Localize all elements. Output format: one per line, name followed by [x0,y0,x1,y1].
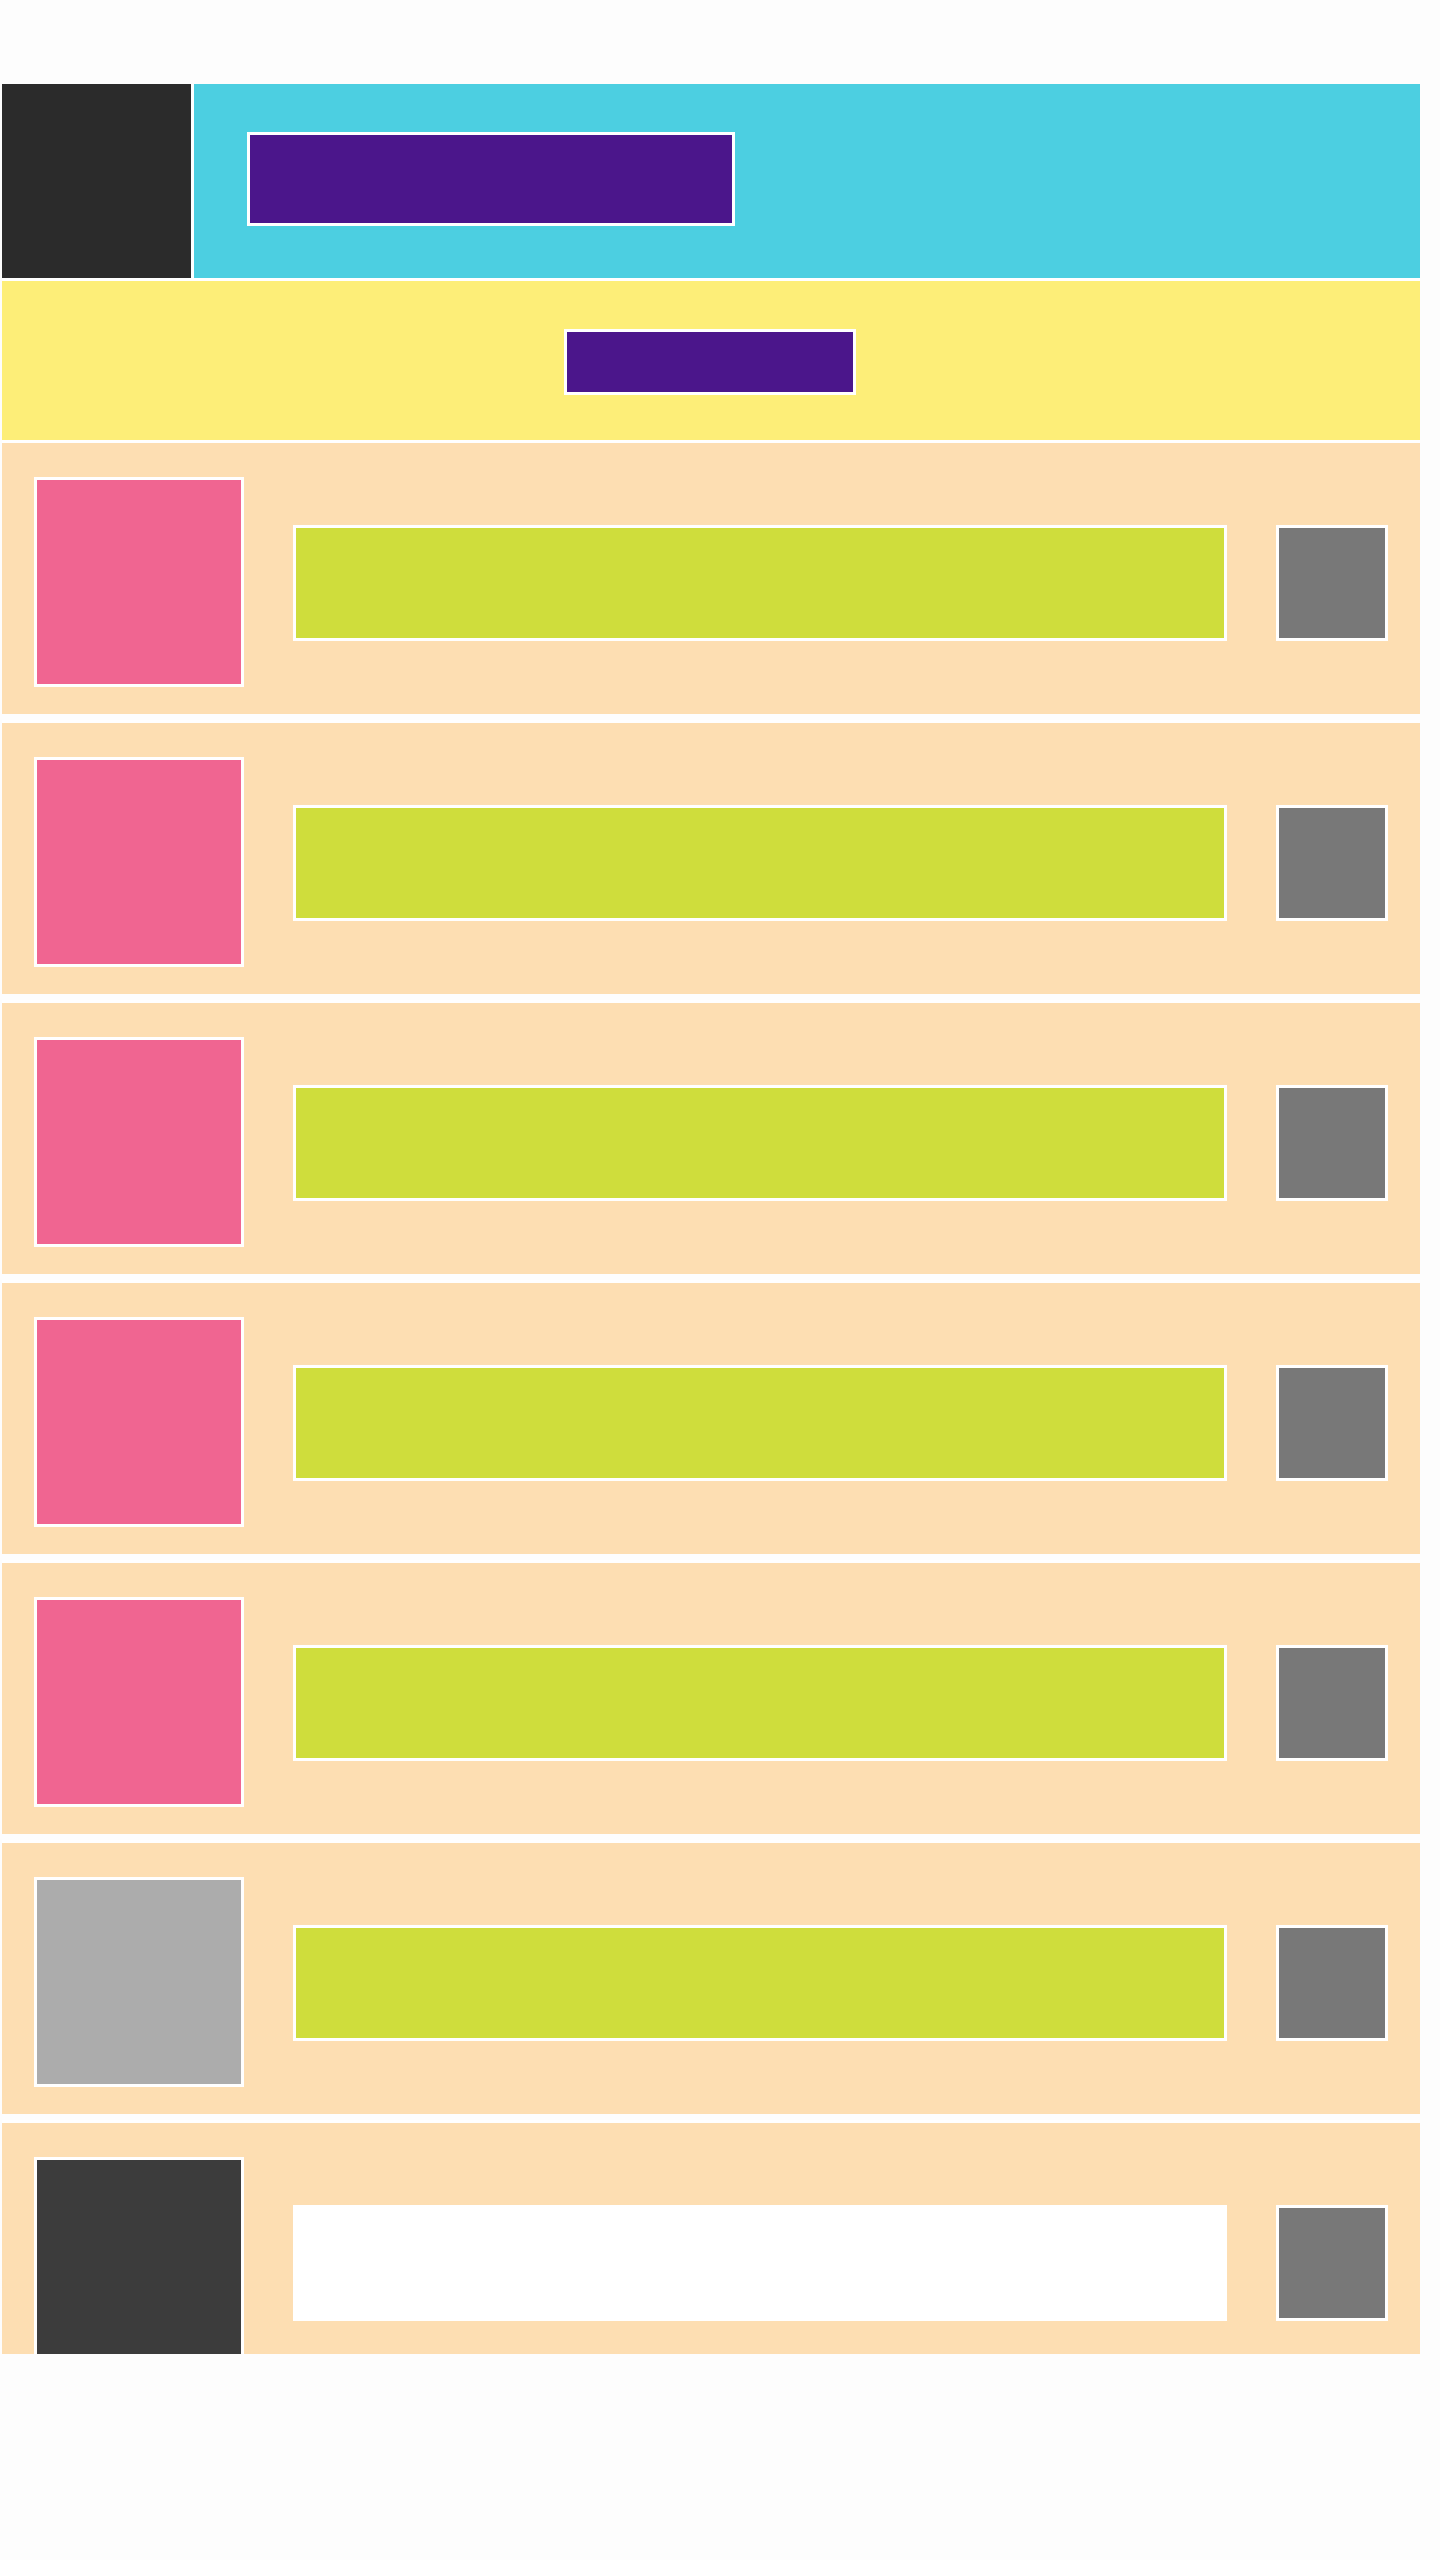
item-action-button[interactable] [1276,1365,1388,1481]
item-label [293,525,1227,641]
item-action-button[interactable] [1276,1645,1388,1761]
page-title [247,132,735,226]
item-thumbnail [34,477,244,687]
list-item[interactable] [2,1280,1420,1554]
item-thumbnail [34,1037,244,1247]
empty-footer-area [0,2354,1440,2560]
item-thumbnail [34,1317,244,1527]
sub-header [2,278,1420,440]
item-label [293,1085,1227,1201]
item-action-button[interactable] [1276,2205,1388,2321]
item-label [293,1645,1227,1761]
item-label [293,2205,1227,2321]
list-item[interactable] [2,720,1420,994]
item-label [293,805,1227,921]
menu-button[interactable] [2,84,194,278]
item-thumbnail [34,757,244,967]
item-action-button[interactable] [1276,1925,1388,2041]
item-thumbnail [34,1597,244,1807]
app-screen [0,0,1440,2560]
list-item[interactable] [2,1840,1420,2114]
item-label [293,1365,1227,1481]
item-list [2,440,1420,2354]
item-action-button[interactable] [1276,525,1388,641]
item-thumbnail [34,1877,244,2087]
list-item[interactable] [2,2120,1420,2354]
header-bar [194,84,1420,278]
item-action-button[interactable] [1276,1085,1388,1201]
item-thumbnail [34,2157,244,2354]
list-item[interactable] [2,1000,1420,1274]
item-action-button[interactable] [1276,805,1388,921]
item-label [293,1925,1227,2041]
section-title [564,329,856,395]
top-header [2,84,1420,278]
list-item[interactable] [2,1560,1420,1834]
list-item[interactable] [2,440,1420,714]
